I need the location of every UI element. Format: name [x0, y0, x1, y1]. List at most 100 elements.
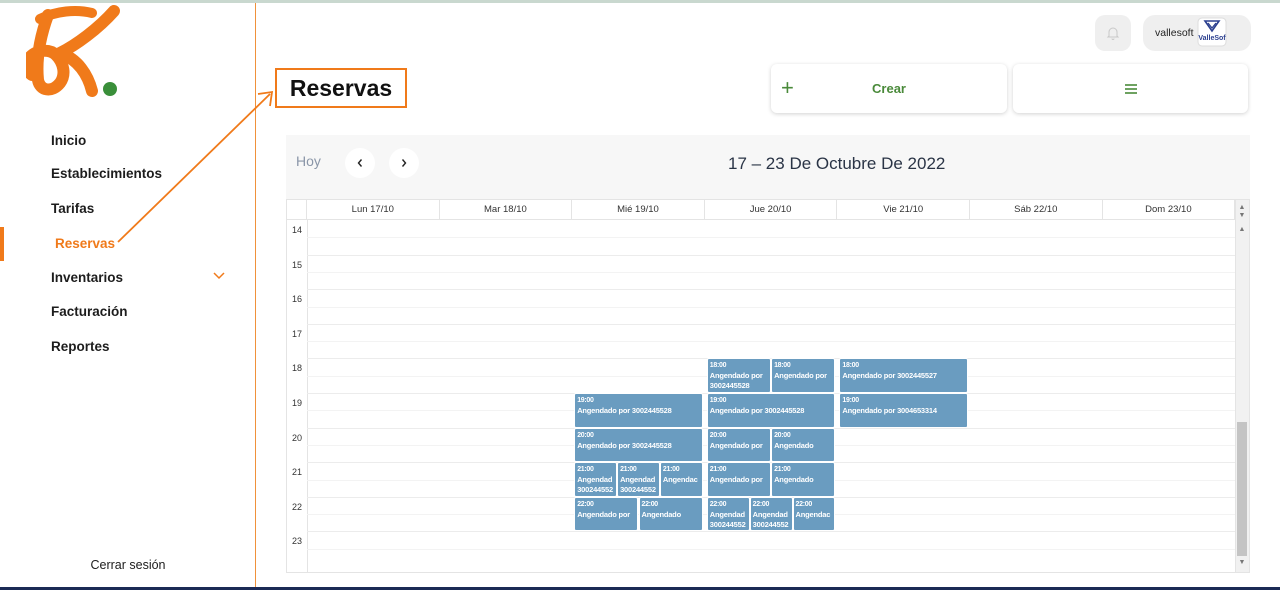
event-text: Angendado por 3002445528 — [577, 406, 672, 415]
create-button-label: Crear — [872, 81, 906, 96]
hour-label: 15 — [291, 259, 302, 270]
reservation-event[interactable]: 22:00 Angendado por — [574, 496, 639, 532]
event-text: Angendado por 3004653314 — [842, 406, 937, 415]
chevron-down-icon[interactable] — [212, 271, 226, 281]
event-time: 18:00 — [774, 362, 791, 370]
event-time: 20:00 — [774, 431, 791, 439]
event-text: Angendado — [774, 440, 814, 450]
date-range-title: 17 – 23 De Octubre De 2022 — [728, 154, 946, 173]
event-time: 20:00 — [709, 431, 727, 439]
logout-button[interactable]: Cerrar sesión — [0, 558, 256, 572]
hour-label: 23 — [291, 536, 302, 547]
scrollbar-thumb[interactable] — [1237, 422, 1247, 556]
reservation-event[interactable]: 21:00 Angendado — [771, 462, 836, 497]
calendar-toolbar: Hoy 17 – 23 De Octubre De 2022 — [286, 135, 1250, 199]
hour-label: 22 — [291, 501, 302, 512]
scroll-down-icon[interactable]: ▼ — [1237, 559, 1247, 567]
reservation-event[interactable]: 22:00 Angendad 300244552 — [706, 496, 750, 532]
sidebar-item-reportes[interactable]: Reportes — [51, 339, 110, 354]
menu-button[interactable] — [1013, 64, 1248, 113]
scroll-up-arrow-icon[interactable]: ▲ — [1237, 226, 1247, 234]
reservation-event[interactable]: 18:00 Angendado por — [771, 358, 836, 393]
reservation-event[interactable]: 18:00 Angendado por 3002445527 — [839, 358, 968, 393]
event-text: Angendado por — [709, 440, 763, 450]
hour-label: 21 — [291, 467, 302, 478]
event-time: 22:00 — [795, 500, 813, 508]
reservation-event[interactable]: 19:00 Angendado por 3002445528 — [706, 393, 836, 428]
day-header: Jue 20/10 — [704, 200, 838, 220]
reservation-event[interactable]: 21:00 Angendac — [659, 462, 703, 497]
hour-label: 14 — [291, 225, 302, 235]
avatar-text: ValleSof — [1198, 35, 1226, 42]
chevron-left-icon — [357, 159, 363, 167]
event-text: Angendado — [774, 475, 814, 485]
time-gutter-header — [287, 200, 307, 220]
reservation-event[interactable]: 19:00 Angendado por 3002445528 — [574, 393, 703, 428]
day-header: Sáb 22/10 — [970, 200, 1103, 220]
scroll-up-icon[interactable]: ▲ ▼ — [1237, 204, 1247, 220]
day-header: Lun 17/10 — [307, 200, 440, 220]
user-name: vallesoft — [1155, 27, 1194, 39]
sidebar-item-inicio[interactable]: Inicio — [51, 133, 86, 148]
half-hour-line — [307, 237, 1235, 239]
next-week-button[interactable] — [389, 148, 419, 178]
event-time: 22:00 — [709, 500, 727, 508]
reservation-event[interactable]: 21:00 Angendad 300244552 — [617, 462, 660, 497]
event-time: 18:00 — [709, 362, 727, 370]
reservation-event[interactable]: 20:00 Angendado por 3002445528 — [574, 427, 703, 463]
event-text: Angendado por — [577, 509, 630, 519]
hour-label: 20 — [291, 432, 302, 443]
hour-line — [307, 323, 1235, 325]
notifications-button[interactable] — [1095, 15, 1131, 51]
event-time: 21:00 — [774, 466, 791, 474]
prev-week-button[interactable] — [345, 148, 375, 178]
reservation-event[interactable]: 22:00 Angendac — [792, 496, 836, 532]
time-gutter-border — [307, 220, 308, 572]
annotation-arrow — [117, 90, 274, 243]
user-menu[interactable]: vallesoft ValleSof — [1143, 15, 1251, 51]
reservation-event[interactable]: 21:00 Angendado por — [706, 462, 772, 497]
day-header: Dom 23/10 — [1102, 200, 1236, 220]
event-text: Angendad 300244552 — [709, 509, 746, 529]
event-text: Angendado por — [774, 371, 827, 381]
event-time: 22:00 — [641, 500, 659, 508]
sidebar-item-reservas[interactable]: Reservas — [55, 236, 115, 251]
page-title: Reservas — [289, 74, 393, 101]
event-time: 22:00 — [752, 500, 770, 508]
event-text: Angendac — [795, 509, 831, 519]
day-header: Mar 18/10 — [439, 200, 573, 220]
reservation-event[interactable]: 20:00 Angendado por — [706, 427, 772, 463]
hour-label: 18 — [291, 363, 302, 374]
event-text: Angendad 300244552 — [620, 475, 656, 495]
day-header: Vie 21/10 — [837, 200, 970, 220]
event-time: 21:00 — [709, 466, 727, 474]
bell-icon — [1106, 27, 1120, 40]
reservation-event[interactable]: 22:00 Angendado — [638, 496, 703, 532]
event-text: Angendad 300244552 — [577, 475, 613, 495]
sidebar-item-facturacion[interactable]: Facturación — [51, 304, 128, 319]
event-time: 21:00 — [620, 466, 637, 474]
sidebar-item-inventarios[interactable]: Inventarios — [51, 270, 123, 285]
reservation-event[interactable]: 22:00 Angendad 300244552 — [749, 496, 793, 532]
active-indicator — [0, 227, 4, 261]
hour-line — [307, 531, 1235, 533]
sidebar-item-tarifas[interactable]: Tarifas — [51, 201, 94, 216]
reservation-event[interactable]: 18:00 Angendado por 3002445528 — [706, 358, 772, 393]
reservation-event[interactable]: 21:00 Angendad 300244552 — [574, 462, 618, 497]
today-button[interactable]: Hoy — [296, 153, 321, 169]
event-text: Angendado — [641, 509, 682, 519]
event-time: 21:00 — [662, 466, 680, 474]
event-text: Angendado por 3002445527 — [842, 371, 937, 381]
event-text: Angendac — [662, 475, 698, 485]
hour-label: 17 — [291, 328, 302, 339]
avatar: ValleSof — [1197, 17, 1227, 47]
hour-line — [307, 289, 1235, 291]
event-text: Angendado por — [709, 475, 763, 485]
day-header: Mié 19/10 — [572, 200, 705, 220]
event-time: 19:00 — [709, 397, 727, 404]
app-root: Inicio Establecimientos Tarifas Reservas… — [0, 0, 1280, 590]
create-button[interactable]: + Crear — [771, 64, 1007, 113]
event-text: Angendad 300244552 — [752, 509, 789, 529]
reservation-event[interactable]: 20:00 Angendado — [771, 427, 836, 463]
reservation-event[interactable]: 19:00 Angendado por 3004653314 — [839, 393, 968, 428]
